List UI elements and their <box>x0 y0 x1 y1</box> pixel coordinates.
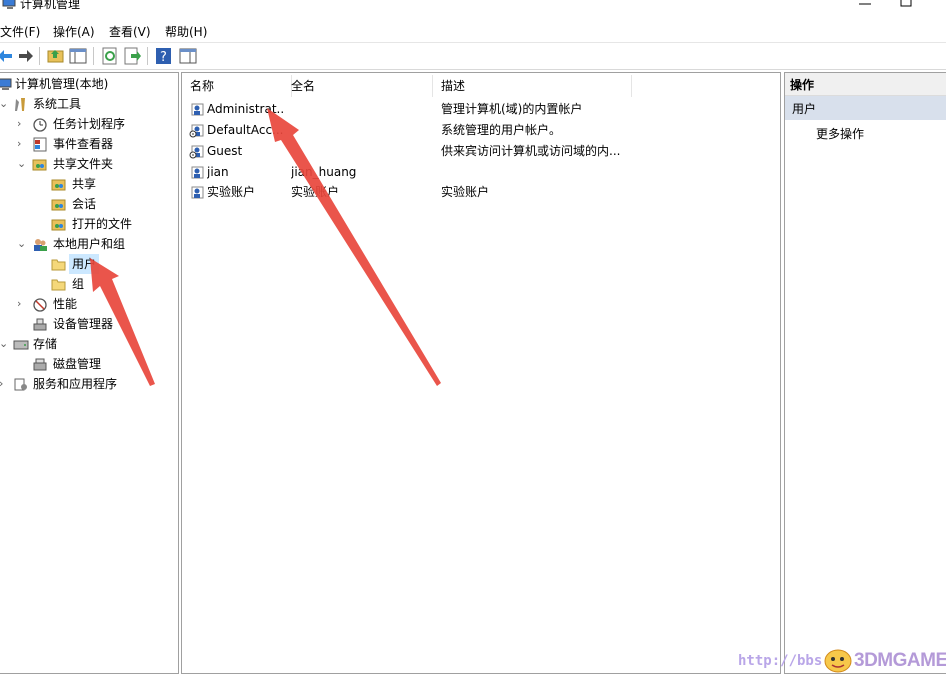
tree-label-services-apps: 服务和应用程序 <box>33 377 118 391</box>
help-icon[interactable]: ? <box>154 46 174 66</box>
shared-folder-icon <box>32 159 47 171</box>
actions-pane: 操作 用户 更多操作 <box>784 72 946 674</box>
computer-management-icon <box>2 0 16 9</box>
expand-chevron-icon[interactable]: › <box>17 114 27 134</box>
tree-label-open-files: 打开的文件 <box>72 217 133 231</box>
watermark-url: http://bbs. <box>738 653 831 669</box>
actions-section-users[interactable]: 用户 <box>785 96 946 120</box>
column-header-description[interactable]: 描述 <box>433 75 632 97</box>
forward-arrow-icon[interactable] <box>16 46 36 66</box>
tree-label-device-manager: 设备管理器 <box>53 317 114 331</box>
shared-folder-icon <box>51 199 66 211</box>
table-row[interactable]: DefaultAcc... 系统管理的用户帐户。 <box>187 120 777 140</box>
storage-icon <box>13 340 29 350</box>
tree-label-task-scheduler: 任务计划程序 <box>53 117 126 131</box>
column-header-fullname[interactable]: 全名 <box>283 75 433 97</box>
actions-section-label: 用户 <box>792 102 817 116</box>
tree-label-groups: 组 <box>72 277 85 291</box>
tree-label-storage: 存储 <box>33 337 58 351</box>
tree-label-shares: 共享 <box>72 177 97 191</box>
menu-bar: 文件(F) 操作(A) 查看(V) 帮助(H) <box>0 20 946 42</box>
collapse-chevron-icon[interactable]: ⌄ <box>17 154 27 174</box>
folder-icon <box>51 259 66 271</box>
minimize-button[interactable] <box>855 0 875 12</box>
back-arrow-icon[interactable] <box>0 46 16 66</box>
cell-description: 系统管理的用户帐户。 <box>441 123 562 137</box>
console-tree: 计算机管理(本地) ⌄ 系统工具 › 任务计划程序 › 事件查看器 ⌄ 共享文件… <box>0 72 179 674</box>
tree-label-event-viewer: 事件查看器 <box>53 137 114 151</box>
shared-folder-icon <box>51 179 66 191</box>
more-actions-link[interactable]: 更多操作 <box>816 125 864 142</box>
clock-icon <box>33 118 47 132</box>
cell-fullname: jian_huang <box>291 165 357 179</box>
user-icon <box>191 103 204 116</box>
menu-view[interactable]: 查看(V) <box>109 23 151 40</box>
tree-label-local-users-groups: 本地用户和组 <box>53 237 126 251</box>
collapse-chevron-icon[interactable]: ⌄ <box>0 334 9 354</box>
user-list: 名称 全名 描述 Administrat... 管理计算机(域)的内置帐户 De… <box>181 72 781 674</box>
tree-label-shared-folders: 共享文件夹 <box>53 157 114 171</box>
tree-label-users: 用户 <box>69 254 100 274</box>
tree-label-sessions: 会话 <box>72 197 97 211</box>
table-row[interactable]: Administrat... 管理计算机(域)的内置帐户 <box>187 99 777 119</box>
watermark-logo: 3DMGAME <box>854 650 946 671</box>
cell-name: Guest <box>207 144 243 158</box>
up-folder-icon[interactable] <box>46 46 66 66</box>
disk-icon <box>33 358 47 371</box>
disabled-user-icon <box>189 145 204 159</box>
svg-text:?: ? <box>160 50 167 65</box>
menu-file[interactable]: 文件(F) <box>0 23 40 40</box>
cell-description: 供来宾访问计算机或访问域的内... <box>441 144 621 158</box>
expand-chevron-icon[interactable]: › <box>17 294 27 314</box>
menu-action[interactable]: 操作(A) <box>53 23 95 40</box>
cell-name: 实验账户 <box>207 185 256 199</box>
device-manager-icon <box>33 318 47 331</box>
table-row[interactable]: Guest 供来宾访问计算机或访问域的内... <box>187 141 777 161</box>
show-hide-tree-icon[interactable] <box>68 46 88 66</box>
computer-management-icon <box>0 78 12 90</box>
menu-help[interactable]: 帮助(H) <box>165 23 207 40</box>
window-title: 计算机管理 <box>20 0 81 11</box>
table-row[interactable]: jian jian_huang <box>187 162 777 182</box>
export-list-icon[interactable] <box>122 46 142 66</box>
cell-description: 实验账户 <box>441 185 490 199</box>
column-header-name[interactable]: 名称 <box>182 75 292 97</box>
tools-icon <box>15 98 25 111</box>
folder-icon <box>51 279 66 291</box>
expand-chevron-icon[interactable]: › <box>17 134 27 154</box>
disabled-user-icon <box>189 124 204 138</box>
user-icon <box>191 186 204 199</box>
watermark: http://bbs. 3DMGAME <box>736 648 946 674</box>
user-icon <box>191 166 204 179</box>
collapse-chevron-icon[interactable]: ⌄ <box>17 234 27 254</box>
tree-label-system-tools: 系统工具 <box>33 97 82 111</box>
expand-chevron-icon[interactable]: › <box>0 374 9 394</box>
toolbar: ? <box>0 42 946 70</box>
mascot-logo-icon <box>824 649 852 673</box>
cell-fullname: 实验账户 <box>291 185 340 199</box>
actions-header-label: 操作 <box>790 78 815 92</box>
cell-name: jian <box>207 165 229 179</box>
toolbar-separator <box>39 47 40 65</box>
properties-panel-icon[interactable] <box>178 46 198 66</box>
title-bar: 计算机管理 <box>0 0 946 18</box>
actions-header: 操作 <box>785 73 946 96</box>
shared-folder-icon <box>51 219 66 231</box>
users-group-icon <box>34 239 47 251</box>
cell-name: Administrat... <box>207 102 285 116</box>
table-row[interactable]: 实验账户 实验账户 实验账户 <box>187 182 777 202</box>
refresh-icon[interactable] <box>100 46 120 66</box>
toolbar-separator <box>147 47 148 65</box>
performance-icon <box>33 298 47 312</box>
toolbar-separator <box>93 47 94 65</box>
maximize-button[interactable] <box>896 0 916 10</box>
cell-description: 管理计算机(域)的内置帐户 <box>441 102 583 116</box>
event-viewer-icon <box>33 137 47 152</box>
collapse-chevron-icon[interactable]: ⌄ <box>0 94 9 114</box>
tree-label-root: 计算机管理(本地) <box>15 77 109 91</box>
tree-label-performance: 性能 <box>53 297 78 311</box>
cell-name: DefaultAcc... <box>207 123 284 137</box>
services-icon <box>14 378 27 391</box>
tree-label-disk-management: 磁盘管理 <box>53 357 102 371</box>
